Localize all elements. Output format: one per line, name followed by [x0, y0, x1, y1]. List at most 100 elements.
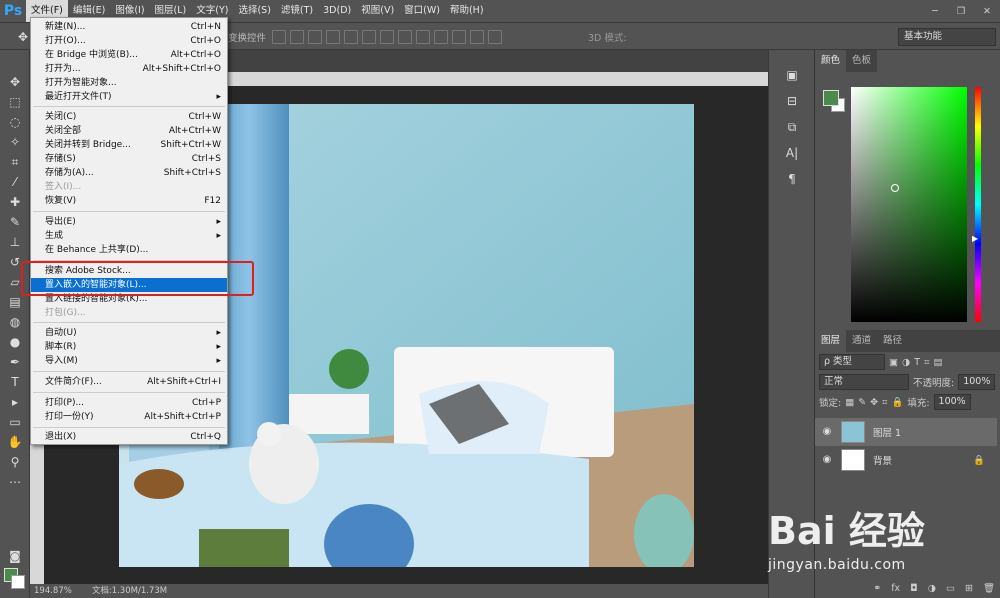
new-layer-icon[interactable]: ⊞: [965, 583, 973, 594]
filter-pixel-icon[interactable]: ▣: [889, 357, 898, 368]
menu-item-open-smart-object[interactable]: 打开为智能对象...: [31, 76, 227, 90]
paragraph-panel-icon[interactable]: ¶: [769, 166, 815, 192]
fx-icon[interactable]: fx: [891, 583, 900, 594]
distribute-bottom-icon[interactable]: [416, 30, 430, 44]
menu-item-recent[interactable]: 最近打开文件(T) ▸: [31, 90, 227, 104]
close-icon[interactable]: ✕: [974, 0, 1000, 22]
menu-help[interactable]: 帮助(H): [445, 0, 489, 22]
visibility-eye-icon[interactable]: ◉: [821, 426, 833, 438]
menu-item-exit[interactable]: 退出(X) Ctrl+Q: [31, 430, 227, 444]
menu-window[interactable]: 窗口(W): [399, 0, 445, 22]
lock-transparent-icon[interactable]: ▦: [845, 397, 854, 408]
filter-type-icon[interactable]: T: [914, 357, 920, 368]
filter-shape-icon[interactable]: ⌗: [924, 357, 929, 368]
hue-marker-icon[interactable]: ▶: [972, 234, 978, 243]
distribute-vcenter-icon[interactable]: [398, 30, 412, 44]
align-bottom-icon[interactable]: [308, 30, 322, 44]
workspace-select[interactable]: 基本功能: [898, 28, 996, 46]
more-tools-icon[interactable]: ⋯: [0, 472, 30, 492]
distribute-top-icon[interactable]: [380, 30, 394, 44]
adjustment-layer-icon[interactable]: ◑: [928, 583, 936, 594]
history-panel-icon[interactable]: ▣: [769, 62, 815, 88]
distribute-hcenter-icon[interactable]: [452, 30, 466, 44]
screen-mode-icon[interactable]: [0, 568, 30, 588]
tab-color[interactable]: 颜色: [815, 50, 847, 72]
menu-item-close-all[interactable]: 关闭全部 Alt+Ctrl+W: [31, 124, 227, 138]
lock-all-icon[interactable]: 🔒: [891, 397, 903, 408]
color-picker-cursor[interactable]: [891, 184, 899, 192]
tab-paths[interactable]: 路径: [877, 330, 908, 352]
menu-item-scripts[interactable]: 脚本(R) ▸: [31, 340, 227, 354]
opacity-field[interactable]: 100%: [958, 374, 996, 390]
menu-filter[interactable]: 滤镜(T): [276, 0, 318, 22]
menu-item-print[interactable]: 打印(P)... Ctrl+P: [31, 396, 227, 410]
delete-layer-icon[interactable]: 🗑: [983, 583, 995, 594]
character-panel-icon[interactable]: A|: [769, 140, 815, 166]
menu-item-automate[interactable]: 自动(U) ▸: [31, 326, 227, 340]
clone-stamp-tool-icon[interactable]: ⊥: [0, 232, 30, 252]
hue-slider[interactable]: [975, 87, 981, 322]
layer-row-background[interactable]: ◉ 背景 🔒: [815, 446, 997, 474]
distribute-left-icon[interactable]: [434, 30, 448, 44]
move-tool-icon[interactable]: ✥: [0, 72, 30, 92]
menu-item-generate[interactable]: 生成 ▸: [31, 229, 227, 243]
menu-view[interactable]: 视图(V): [356, 0, 399, 22]
minimize-icon[interactable]: ─: [922, 0, 948, 22]
blend-mode-select[interactable]: 正常: [819, 374, 909, 390]
crop-tool-icon[interactable]: ⌗: [0, 152, 30, 172]
properties-panel-icon[interactable]: ⊟: [769, 88, 815, 114]
blur-tool-icon[interactable]: ◍: [0, 312, 30, 332]
lock-artboard-icon[interactable]: ⌗: [882, 397, 887, 408]
lock-position-icon[interactable]: ✥: [870, 397, 878, 408]
menu-item-save-as[interactable]: 存储为(A)... Shift+Ctrl+S: [31, 166, 227, 180]
hand-tool-icon[interactable]: ✋: [0, 432, 30, 452]
menu-3d[interactable]: 3D(D): [318, 0, 356, 22]
menu-item-file-info[interactable]: 文件简介(F)... Alt+Shift+Ctrl+I: [31, 375, 227, 389]
add-mask-icon[interactable]: ◘: [910, 583, 918, 594]
auto-align-icon[interactable]: [488, 30, 502, 44]
align-left-icon[interactable]: [326, 30, 340, 44]
menu-select[interactable]: 选择(S): [233, 0, 275, 22]
layer-name[interactable]: 背景: [873, 453, 892, 467]
align-vcenter-icon[interactable]: [290, 30, 304, 44]
align-hcenter-icon[interactable]: [344, 30, 358, 44]
foreground-swatch[interactable]: [823, 90, 839, 106]
menu-item-share-behance[interactable]: 在 Behance 上共享(D)...: [31, 243, 227, 257]
menu-item-import[interactable]: 导入(M) ▸: [31, 354, 227, 368]
brush-tool-icon[interactable]: ✎: [0, 212, 30, 232]
tab-channels[interactable]: 通道: [846, 330, 877, 352]
menu-item-save[interactable]: 存储(S) Ctrl+S: [31, 152, 227, 166]
filter-adjust-icon[interactable]: ◑: [902, 357, 910, 368]
lasso-tool-icon[interactable]: ◌: [0, 112, 30, 132]
pen-tool-icon[interactable]: ✒: [0, 352, 30, 372]
menu-item-revert[interactable]: 恢复(V) F12: [31, 194, 227, 208]
menu-item-print-one[interactable]: 打印一份(Y) Alt+Shift+Ctrl+P: [31, 410, 227, 424]
lock-pixels-icon[interactable]: ✎: [858, 397, 866, 408]
dodge-tool-icon[interactable]: ●: [0, 332, 30, 352]
type-tool-icon[interactable]: T: [0, 372, 30, 392]
visibility-eye-icon[interactable]: ◉: [821, 454, 833, 466]
tab-layers[interactable]: 图层: [815, 330, 847, 352]
menu-item-open-as[interactable]: 打开为... Alt+Shift+Ctrl+O: [31, 62, 227, 76]
marquee-tool-icon[interactable]: ⬚: [0, 92, 30, 112]
document-size[interactable]: 文档:1.30M/1.73M: [92, 584, 167, 598]
tab-swatches[interactable]: 色板: [846, 50, 877, 72]
menu-item-close-go-bridge[interactable]: 关闭并转到 Bridge... Shift+Ctrl+W: [31, 138, 227, 152]
restore-icon[interactable]: ❐: [948, 0, 974, 22]
eyedropper-tool-icon[interactable]: ⁄: [0, 172, 30, 192]
layer-filter-select[interactable]: ρ 类型: [819, 354, 885, 370]
layer-row-1[interactable]: ◉ 图层 1: [815, 418, 997, 446]
menu-item-export[interactable]: 导出(E) ▸: [31, 215, 227, 229]
adjustments-panel-icon[interactable]: ⧉: [769, 114, 815, 140]
menu-item-open[interactable]: 打开(O)... Ctrl+O: [31, 34, 227, 48]
zoom-level[interactable]: 194.87%: [34, 584, 72, 598]
fill-field[interactable]: 100%: [933, 394, 971, 410]
menu-item-close[interactable]: 关闭(C) Ctrl+W: [31, 110, 227, 124]
rectangle-tool-icon[interactable]: ▭: [0, 412, 30, 432]
quick-mask-icon[interactable]: ◙: [0, 546, 30, 566]
distribute-right-icon[interactable]: [470, 30, 484, 44]
menu-item-new[interactable]: 新建(N)... Ctrl+N: [31, 20, 227, 34]
align-right-icon[interactable]: [362, 30, 376, 44]
align-top-icon[interactable]: [272, 30, 286, 44]
healing-brush-tool-icon[interactable]: ✚: [0, 192, 30, 212]
